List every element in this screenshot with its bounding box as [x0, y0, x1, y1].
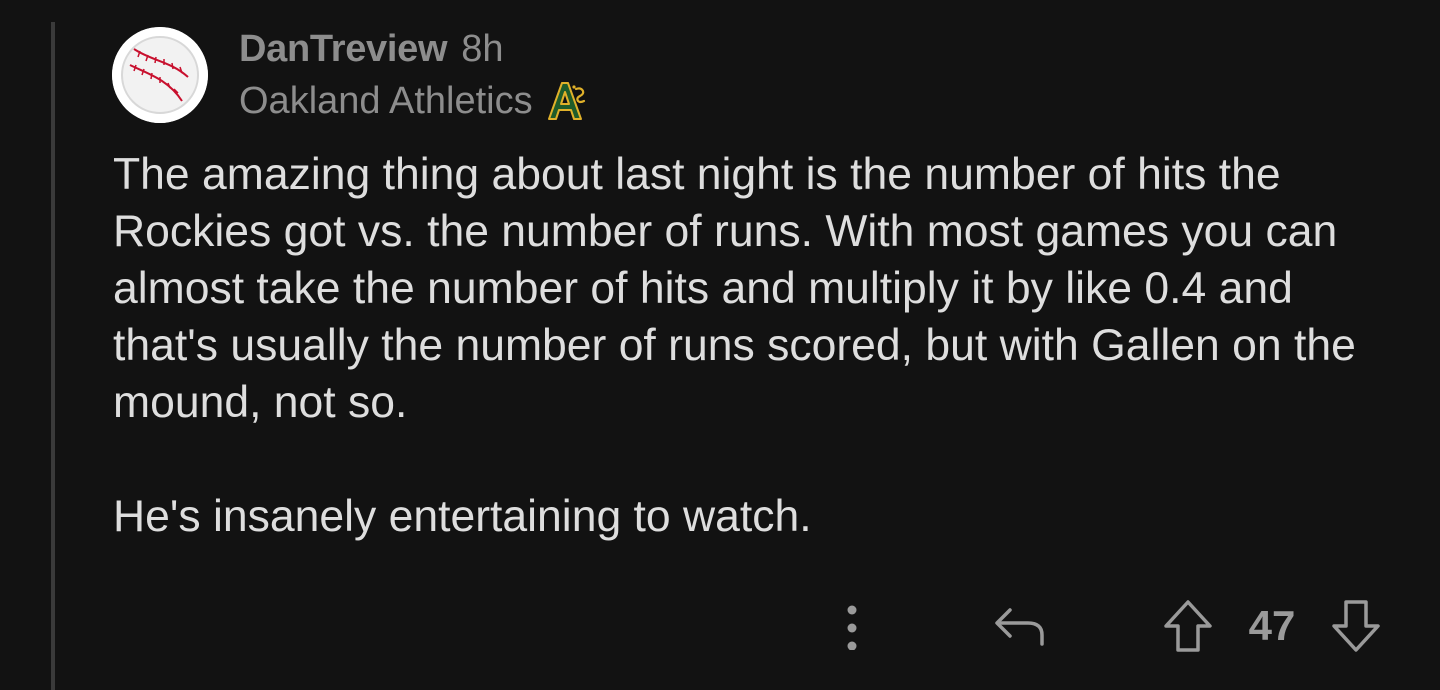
user-flair: Oakland Athletics — [239, 78, 587, 124]
comment-header: DanTreview 8h — [239, 28, 504, 74]
comment-paragraph: He's insanely entertaining to watch. — [113, 492, 812, 541]
more-options-button[interactable] — [830, 596, 874, 656]
flair-text: Oakland Athletics — [239, 79, 533, 122]
baseball-avatar-icon[interactable] — [112, 27, 208, 123]
comment-age: 8h — [461, 28, 504, 70]
downvote-button[interactable] — [1328, 596, 1384, 656]
comment-body: The amazing thing about last night is th… — [113, 146, 1403, 545]
upvote-icon — [1162, 598, 1214, 654]
upvote-button[interactable] — [1160, 596, 1216, 656]
athletics-logo-icon — [543, 79, 587, 123]
author-name[interactable]: DanTreview — [239, 28, 448, 71]
comment-actions: 47 — [0, 596, 1440, 656]
reply-icon — [992, 604, 1048, 648]
vote-score: 47 — [1248, 602, 1296, 649]
downvote-icon — [1330, 598, 1382, 654]
reply-button[interactable] — [990, 596, 1050, 656]
more-options-icon — [845, 602, 859, 650]
comment: DanTreview 8h Oakland Athletics The amaz… — [0, 0, 1440, 690]
comment-paragraph: The amazing thing about last night is th… — [113, 150, 1356, 427]
